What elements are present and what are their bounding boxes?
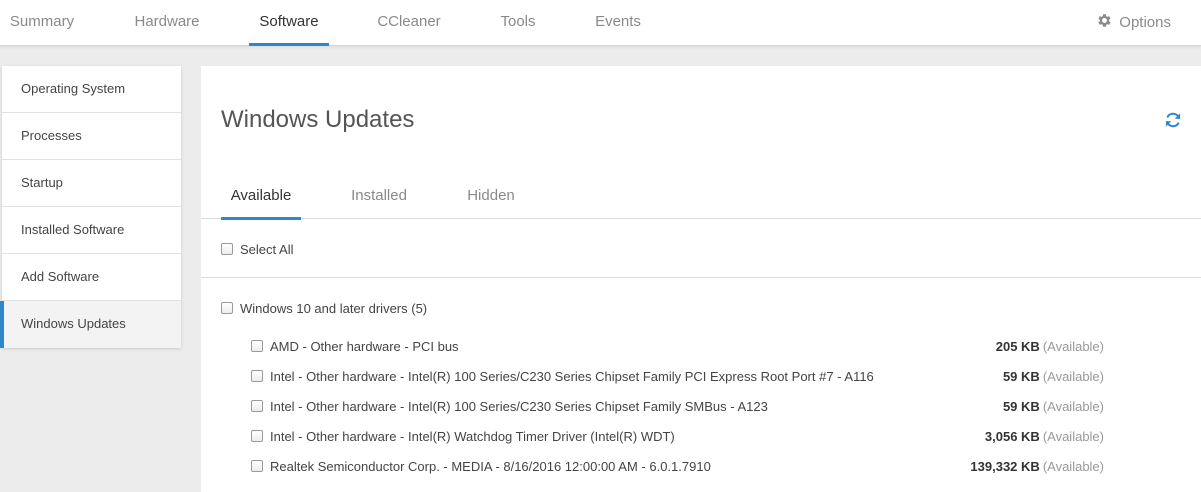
update-name[interactable]: Realtek Semiconductor Corp. - MEDIA - 8/… bbox=[270, 459, 711, 474]
update-name[interactable]: Intel - Other hardware - Intel(R) 100 Se… bbox=[270, 399, 768, 414]
tab-ccleaner[interactable]: CCleaner bbox=[373, 0, 445, 46]
update-size-info: 205 KB (Available) bbox=[996, 339, 1104, 354]
update-size: 59 KB bbox=[1002, 398, 1040, 414]
list-item: Intel - Other hardware - Intel(R) 100 Se… bbox=[251, 397, 1104, 415]
refresh-icon[interactable] bbox=[1163, 110, 1183, 130]
tab-events[interactable]: Events bbox=[590, 0, 646, 46]
update-status: (Available) bbox=[1042, 458, 1104, 474]
select-all-row: Select All bbox=[221, 240, 293, 258]
top-navigation: Summary Hardware Software CCleaner Tools… bbox=[0, 0, 1201, 46]
update-name[interactable]: Intel - Other hardware - Intel(R) Watchd… bbox=[270, 429, 675, 444]
update-size-info: 59 KB (Available) bbox=[1003, 399, 1104, 414]
gear-icon bbox=[1096, 12, 1113, 33]
list-item: Realtek Semiconductor Corp. - MEDIA - 8/… bbox=[251, 457, 1104, 475]
update-size: 59 KB bbox=[1002, 368, 1040, 384]
update-checkbox[interactable] bbox=[251, 400, 263, 412]
tab-tools[interactable]: Tools bbox=[494, 0, 542, 46]
tab-available[interactable]: Available bbox=[221, 176, 301, 220]
tab-summary[interactable]: Summary bbox=[0, 0, 84, 46]
page-title: Windows Updates bbox=[221, 106, 415, 133]
tab-software[interactable]: Software bbox=[249, 0, 329, 46]
select-all-checkbox[interactable] bbox=[221, 243, 233, 255]
tab-hardware[interactable]: Hardware bbox=[129, 0, 205, 46]
update-size-info: 59 KB (Available) bbox=[1003, 369, 1104, 384]
main-panel: Windows Updates Available Installed Hidd… bbox=[201, 66, 1201, 492]
sidebar-item-windows-updates[interactable]: Windows Updates bbox=[0, 301, 181, 348]
sidebar-item-processes[interactable]: Processes bbox=[2, 113, 181, 160]
update-name[interactable]: Intel - Other hardware - Intel(R) 100 Se… bbox=[270, 369, 874, 384]
group-checkbox[interactable] bbox=[221, 302, 233, 314]
update-checkbox[interactable] bbox=[251, 370, 263, 382]
sidebar: Operating System Processes Startup Insta… bbox=[0, 66, 181, 348]
update-size: 139,332 KB bbox=[970, 458, 1040, 474]
update-subtabs: Available Installed Hidden bbox=[201, 176, 1201, 220]
options-button[interactable]: Options bbox=[1096, 0, 1171, 44]
update-status: (Available) bbox=[1042, 368, 1104, 384]
group-label[interactable]: Windows 10 and later drivers (5) bbox=[240, 301, 427, 316]
update-size-info: 139,332 KB (Available) bbox=[970, 459, 1104, 474]
update-size: 3,056 KB bbox=[984, 428, 1040, 444]
list-item: AMD - Other hardware - PCI bus 205 KB (Av… bbox=[251, 337, 1104, 355]
update-status: (Available) bbox=[1042, 398, 1104, 414]
sidebar-item-installed-software[interactable]: Installed Software bbox=[2, 207, 181, 254]
sidebar-item-operating-system[interactable]: Operating System bbox=[2, 66, 181, 113]
list-item: Intel - Other hardware - Intel(R) Watchd… bbox=[251, 427, 1104, 445]
update-size-info: 3,056 KB (Available) bbox=[985, 429, 1104, 444]
update-size: 205 KB bbox=[995, 338, 1040, 354]
tab-hidden[interactable]: Hidden bbox=[461, 176, 521, 219]
sidebar-item-startup[interactable]: Startup bbox=[2, 160, 181, 207]
divider bbox=[201, 277, 1201, 278]
options-label: Options bbox=[1119, 13, 1171, 31]
update-checkbox[interactable] bbox=[251, 430, 263, 442]
select-all-label[interactable]: Select All bbox=[240, 242, 293, 257]
update-status: (Available) bbox=[1042, 428, 1104, 444]
sidebar-item-add-software[interactable]: Add Software bbox=[2, 254, 181, 301]
update-group-row: Windows 10 and later drivers (5) bbox=[221, 299, 427, 317]
update-checkbox[interactable] bbox=[251, 460, 263, 472]
update-name[interactable]: AMD - Other hardware - PCI bus bbox=[270, 339, 459, 354]
update-checkbox[interactable] bbox=[251, 340, 263, 352]
tab-installed[interactable]: Installed bbox=[343, 176, 415, 219]
update-status: (Available) bbox=[1042, 338, 1104, 354]
list-item: Intel - Other hardware - Intel(R) 100 Se… bbox=[251, 367, 1104, 385]
